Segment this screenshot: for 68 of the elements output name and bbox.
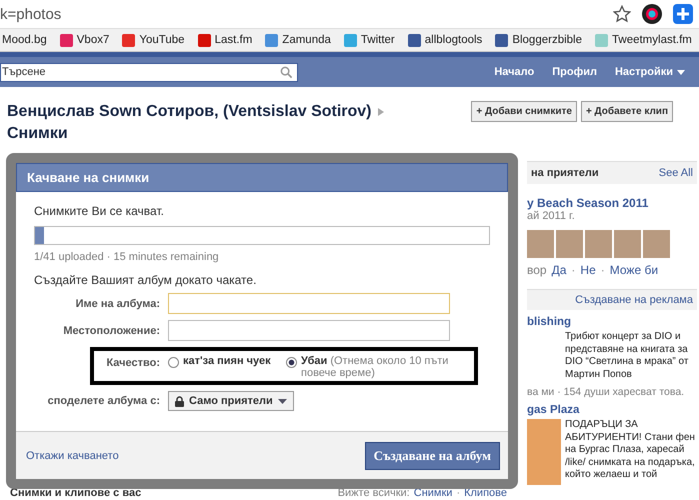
photo-placeholder[interactable] bbox=[614, 230, 641, 258]
progress-text: 1/41 uploaded · 15 minutes remaining bbox=[34, 251, 220, 263]
see-all-link[interactable]: See All bbox=[658, 167, 693, 179]
field-label: Местоположение: bbox=[62, 324, 161, 336]
ad-text: Трибют концерт за DIO и представяне на книгата за DIO “Светлина в мрака” от Мартин Попов bbox=[565, 331, 690, 381]
rsvp-link[interactable]: Не bbox=[580, 263, 596, 277]
text-field[interactable] bbox=[168, 293, 450, 314]
ad-text: ПОДАРЪЦИ ЗА АБИТУРИЕНТИ! Стани фен на Бургас Плаза, харесай /like/ снимката на подаръка, който желаеш и той bbox=[565, 419, 696, 482]
profile-name[interactable]: Венцислав Sown Сотиров, (Ventsislav Sotirov) bbox=[7, 101, 372, 123]
search-icon[interactable] bbox=[280, 66, 293, 78]
caret-icon bbox=[278, 398, 287, 404]
photo-placeholder[interactable] bbox=[527, 230, 554, 258]
event-date: ай 2011 г. bbox=[527, 210, 575, 222]
radio-button[interactable] bbox=[168, 357, 179, 368]
bookmark-link[interactable]: Tweetmylast.fm bbox=[595, 34, 692, 46]
privacy-dropdown[interactable]: Само приятели bbox=[168, 391, 294, 411]
create-album-button[interactable]: Създаване на албум bbox=[364, 442, 500, 470]
ad-title[interactable]: blishing bbox=[527, 316, 572, 328]
add-button[interactable]: + Добавете клип bbox=[580, 101, 673, 122]
event-title[interactable]: y Beach Season 2011 bbox=[527, 196, 648, 210]
bookmark-link[interactable]: Last.fm bbox=[198, 34, 252, 46]
bookmark-link[interactable]: allblogtools bbox=[408, 34, 482, 46]
star-icon[interactable] bbox=[613, 5, 631, 23]
section-title: на приятели bbox=[531, 167, 599, 179]
url-text[interactable]: k=photos bbox=[0, 6, 603, 22]
radio-button[interactable] bbox=[286, 357, 297, 368]
triangle-icon bbox=[378, 108, 384, 116]
separator-dot: · bbox=[456, 487, 460, 499]
ad-title[interactable]: gas Plaza bbox=[527, 404, 580, 416]
field-label: споделете албума с: bbox=[46, 395, 161, 407]
nav-link[interactable]: Профил bbox=[552, 66, 597, 78]
plus-icon[interactable] bbox=[673, 4, 693, 24]
rsvp-link[interactable]: Може би bbox=[610, 263, 658, 277]
search-field[interactable]: Търсене bbox=[0, 62, 298, 82]
create-ad-link[interactable]: Създаване на реклама bbox=[575, 294, 693, 306]
bookmark-link[interactable]: Twitter bbox=[344, 34, 395, 46]
separator-dot: · bbox=[571, 263, 576, 277]
lock-icon bbox=[175, 396, 184, 406]
field-label: Име на албума: bbox=[74, 298, 161, 310]
page-title: Снимки bbox=[7, 124, 69, 144]
photo-placeholder[interactable] bbox=[585, 230, 612, 258]
see-all-label: Вижте всички: bbox=[338, 487, 410, 499]
upload-status: Снимките Ви се качват. bbox=[34, 204, 165, 218]
prompt-text: Създайте Вашият албум докато чакате. bbox=[34, 273, 258, 287]
section-title: Снимки и клипове с вас bbox=[10, 487, 142, 499]
see-all-link[interactable]: Снимки bbox=[414, 487, 452, 499]
photo-placeholder[interactable] bbox=[556, 230, 583, 258]
bookmark-link[interactable]: Mood.bg bbox=[2, 34, 47, 46]
see-all-link[interactable]: Клипове bbox=[464, 487, 507, 499]
add-button[interactable]: + Добави снимките bbox=[471, 101, 577, 122]
text-field[interactable] bbox=[168, 320, 450, 341]
dialog-title: Качване на снимки bbox=[16, 163, 508, 192]
ad-likes: ва ми · 154 души харесват това. bbox=[527, 386, 686, 398]
bookmark-link[interactable]: Zamunda bbox=[265, 34, 331, 46]
radio-option[interactable]: Убаи (Отнема около 10 пъти повече време) bbox=[286, 355, 472, 379]
nav-link[interactable]: Начало bbox=[494, 66, 534, 78]
bookmark-link[interactable]: Vbox7 bbox=[60, 34, 110, 46]
photo-placeholder[interactable] bbox=[643, 230, 670, 258]
field-label: Качество: bbox=[105, 356, 161, 369]
bookmark-link[interactable]: YouTube bbox=[122, 34, 185, 46]
radio-option[interactable]: кат'за пиян чуек bbox=[168, 355, 272, 379]
cancel-upload-link[interactable]: Откажи качването bbox=[26, 450, 119, 462]
rsvp-label: вор bbox=[527, 263, 547, 277]
nav-link[interactable]: Настройки bbox=[614, 66, 685, 78]
lens-icon[interactable] bbox=[641, 3, 663, 25]
bookmark-link[interactable]: Bloggerzbible bbox=[495, 34, 582, 46]
rsvp-link[interactable]: Да bbox=[552, 263, 566, 277]
separator-dot: · bbox=[600, 263, 605, 277]
